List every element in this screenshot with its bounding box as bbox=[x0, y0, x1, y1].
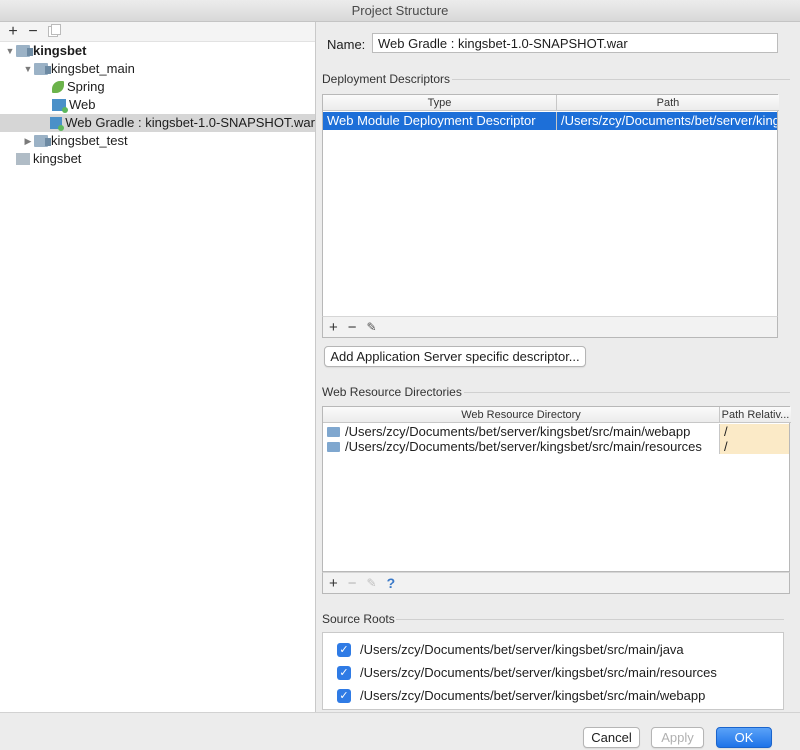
tree-item-label: kingsbet bbox=[33, 43, 87, 58]
remove-resource-button[interactable]: − bbox=[348, 575, 357, 592]
edit-descriptor-button[interactable]: ✎ bbox=[367, 320, 377, 334]
tree-item[interactable]: ▼ kingsbet bbox=[0, 42, 315, 60]
apply-button[interactable]: Apply bbox=[651, 727, 704, 748]
pencil-icon: ✎ bbox=[366, 320, 377, 334]
section-divider bbox=[464, 392, 790, 393]
path-relative-cell: / bbox=[720, 424, 789, 439]
column-header-path-relative[interactable]: Path Relativ... bbox=[720, 407, 791, 423]
checkbox-checked-icon[interactable]: ✓ bbox=[337, 642, 351, 657]
deployment-descriptors-title: Deployment Descriptors bbox=[322, 72, 451, 86]
web-resource-directories-title: Web Resource Directories bbox=[322, 385, 462, 399]
add-server-descriptor-button[interactable]: Add Application Server specific descript… bbox=[324, 346, 586, 367]
tree-item[interactable]: ▼ kingsbet_main bbox=[0, 60, 315, 78]
tree-item-label: Spring bbox=[67, 79, 105, 94]
checkbox-checked-icon[interactable]: ✓ bbox=[337, 665, 351, 680]
tree-item[interactable]: Web Gradle : kingsbet-1.0-SNAPSHOT.war bbox=[0, 114, 315, 132]
folder-icon bbox=[327, 427, 340, 437]
copy-icon bbox=[48, 24, 61, 37]
name-label: Name: bbox=[327, 37, 366, 52]
section-divider bbox=[396, 619, 784, 620]
web-resource-directories-table: Web Resource Directory Path Relativ... /… bbox=[322, 406, 791, 572]
source-root-item[interactable]: ✓ /Users/zcy/Documents/bet/server/kingsb… bbox=[337, 665, 717, 680]
add-descriptor-button[interactable]: + bbox=[329, 319, 338, 336]
module-icon bbox=[34, 63, 51, 75]
expand-arrow-icon[interactable]: ▼ bbox=[4, 42, 16, 60]
tree-item[interactable]: kingsbet bbox=[0, 150, 315, 168]
table-row[interactable]: Web Module Deployment Descriptor /Users/… bbox=[323, 112, 777, 130]
source-root-path: /Users/zcy/Documents/bet/server/kingsbet… bbox=[360, 665, 717, 680]
module-icon bbox=[16, 45, 33, 57]
column-header-web-resource-directory[interactable]: Web Resource Directory bbox=[323, 407, 720, 423]
tree-item[interactable]: Spring bbox=[0, 78, 315, 96]
copy-button[interactable] bbox=[46, 24, 61, 39]
deployment-descriptors-table: Type Path Web Module Deployment Descript… bbox=[322, 94, 779, 317]
resource-dir-cell: /Users/zcy/Documents/bet/server/kingsbet… bbox=[323, 424, 720, 439]
web-icon bbox=[52, 99, 68, 113]
module-tree: ▼ kingsbet ▼ kingsbet_main Spring Web Web Grad… bbox=[0, 42, 315, 168]
source-root-path: /Users/zcy/Documents/bet/server/kingsbet… bbox=[360, 688, 706, 703]
folder-icon bbox=[327, 442, 340, 452]
source-root-path: /Users/zcy/Documents/bet/server/kingsbet… bbox=[360, 642, 684, 657]
tree-item[interactable]: ▶ kingsbet_test bbox=[0, 132, 315, 150]
source-roots-list: ✓ /Users/zcy/Documents/bet/server/kingsb… bbox=[322, 632, 784, 710]
tree-item-label: kingsbet_test bbox=[51, 133, 128, 148]
cancel-button[interactable]: Cancel bbox=[583, 727, 640, 748]
source-roots-title: Source Roots bbox=[322, 612, 395, 626]
tree-item-label: kingsbet bbox=[33, 151, 82, 166]
name-field[interactable] bbox=[372, 33, 778, 53]
edit-resource-button[interactable]: ✎ bbox=[367, 576, 377, 590]
checkbox-checked-icon[interactable]: ✓ bbox=[337, 688, 351, 703]
tree-toolbar: + − bbox=[0, 22, 315, 42]
add-resource-button[interactable]: + bbox=[329, 575, 338, 592]
source-root-item[interactable]: ✓ /Users/zcy/Documents/bet/server/kingsb… bbox=[337, 688, 705, 703]
help-button[interactable]: ? bbox=[387, 575, 396, 591]
module-icon bbox=[34, 135, 51, 147]
expand-arrow-icon[interactable]: ▼ bbox=[22, 60, 34, 78]
tree-item-label: kingsbet_main bbox=[51, 61, 135, 76]
column-header-type[interactable]: Type bbox=[323, 95, 557, 111]
tree-item[interactable]: Web bbox=[0, 96, 315, 114]
window-title: Project Structure bbox=[0, 0, 800, 22]
module-grey-icon bbox=[16, 153, 30, 165]
source-root-item[interactable]: ✓ /Users/zcy/Documents/bet/server/kingsb… bbox=[337, 642, 684, 657]
pencil-icon: ✎ bbox=[366, 576, 377, 590]
table-row[interactable]: /Users/zcy/Documents/bet/server/kingsbet… bbox=[323, 439, 789, 454]
module-tree-panel: + − ▼ kingsbet ▼ kingsbet_main Spring Web Web … bbox=[0, 22, 316, 750]
table-row[interactable]: /Users/zcy/Documents/bet/server/kingsbet… bbox=[323, 424, 789, 439]
descriptor-path-cell: /Users/zcy/Documents/bet/server/kingsbet… bbox=[561, 113, 777, 128]
remove-button[interactable]: − bbox=[26, 23, 40, 40]
tree-item-label: Web bbox=[69, 97, 96, 112]
spring-icon bbox=[52, 81, 64, 93]
add-button[interactable]: + bbox=[6, 23, 20, 40]
remove-descriptor-button[interactable]: − bbox=[348, 319, 357, 336]
resource-dir-cell: /Users/zcy/Documents/bet/server/kingsbet… bbox=[323, 439, 720, 454]
web-icon bbox=[50, 117, 65, 131]
tree-item-label: Web Gradle : kingsbet-1.0-SNAPSHOT.war bbox=[65, 115, 315, 130]
collapse-arrow-icon[interactable]: ▶ bbox=[22, 132, 34, 150]
section-divider bbox=[452, 79, 790, 80]
deployment-toolbar: + − ✎ bbox=[322, 316, 778, 338]
web-resources-toolbar: + − ✎ ? bbox=[322, 572, 790, 594]
descriptor-type-cell: Web Module Deployment Descriptor bbox=[323, 112, 557, 130]
ok-button[interactable]: OK bbox=[716, 727, 772, 748]
column-header-path[interactable]: Path bbox=[557, 95, 779, 111]
path-relative-cell: / bbox=[720, 439, 789, 454]
